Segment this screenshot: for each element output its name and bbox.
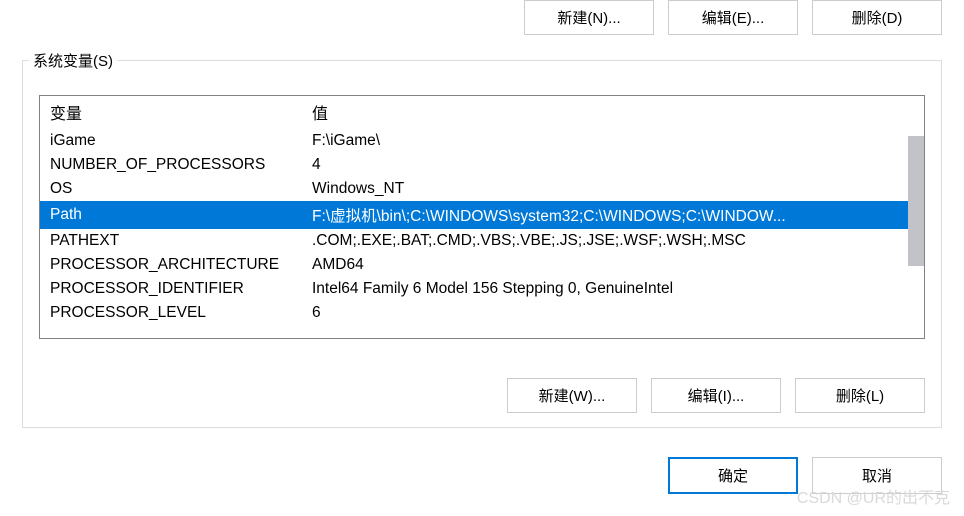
table-header-row[interactable]: 变量 值 (40, 96, 924, 129)
system-vars-group: 系统变量(S) 变量 值 iGameF:\iGame\NUMBER_OF_PRO… (22, 60, 942, 428)
cell-var-name: iGame (40, 129, 302, 153)
cell-var-value: AMD64 (302, 253, 924, 277)
table-row[interactable]: NUMBER_OF_PROCESSORS4 (40, 153, 924, 177)
ok-button[interactable]: 确定 (668, 457, 798, 494)
sys-edit-button[interactable]: 编辑(I)... (651, 378, 781, 413)
cell-var-value: .COM;.EXE;.BAT;.CMD;.VBS;.VBE;.JS;.JSE;.… (302, 229, 924, 253)
table-row[interactable]: PROCESSOR_IDENTIFIERIntel64 Family 6 Mod… (40, 277, 924, 301)
table-row[interactable]: PATHEXT.COM;.EXE;.BAT;.CMD;.VBS;.VBE;.JS… (40, 229, 924, 253)
system-vars-table: 变量 值 iGameF:\iGame\NUMBER_OF_PROCESSORS4… (40, 96, 924, 325)
table-row[interactable]: iGameF:\iGame\ (40, 129, 924, 153)
dialog-button-row: 确定 取消 (668, 457, 942, 494)
system-vars-list[interactable]: 变量 值 iGameF:\iGame\NUMBER_OF_PROCESSORS4… (39, 95, 925, 339)
cell-var-name: PROCESSOR_ARCHITECTURE (40, 253, 302, 277)
system-vars-group-label: 系统变量(S) (29, 50, 117, 71)
cell-var-name: Path (40, 201, 302, 229)
cell-var-name: PATHEXT (40, 229, 302, 253)
cell-var-value: 6 (302, 301, 924, 325)
user-delete-button[interactable]: 删除(D) (812, 0, 942, 35)
vertical-scrollbar[interactable] (908, 136, 925, 266)
cell-var-value: F:\iGame\ (302, 129, 924, 153)
table-row[interactable]: OSWindows_NT (40, 177, 924, 201)
sys-delete-button[interactable]: 删除(L) (795, 378, 925, 413)
cell-var-name: OS (40, 177, 302, 201)
table-row[interactable]: PROCESSOR_LEVEL6 (40, 301, 924, 325)
system-vars-button-row: 新建(W)... 编辑(I)... 删除(L) (507, 378, 925, 413)
table-row[interactable]: PROCESSOR_ARCHITECTUREAMD64 (40, 253, 924, 277)
sys-new-button[interactable]: 新建(W)... (507, 378, 637, 413)
cell-var-value: 4 (302, 153, 924, 177)
user-new-button[interactable]: 新建(N)... (524, 0, 654, 35)
cell-var-name: PROCESSOR_LEVEL (40, 301, 302, 325)
cell-var-value: Intel64 Family 6 Model 156 Stepping 0, G… (302, 277, 924, 301)
cancel-button[interactable]: 取消 (812, 457, 942, 494)
table-row[interactable]: PathF:\虚拟机\bin\;C:\WINDOWS\system32;C:\W… (40, 201, 924, 229)
user-edit-button[interactable]: 编辑(E)... (668, 0, 798, 35)
cell-var-value: F:\虚拟机\bin\;C:\WINDOWS\system32;C:\WINDO… (302, 201, 924, 229)
cell-var-name: PROCESSOR_IDENTIFIER (40, 277, 302, 301)
cell-var-value: Windows_NT (302, 177, 924, 201)
env-vars-dialog: 新建(N)... 编辑(E)... 删除(D) 系统变量(S) 变量 值 iGa… (0, 0, 964, 516)
col-header-value[interactable]: 值 (302, 96, 924, 129)
col-header-name[interactable]: 变量 (40, 96, 302, 129)
cell-var-name: NUMBER_OF_PROCESSORS (40, 153, 302, 177)
user-vars-button-row: 新建(N)... 编辑(E)... 删除(D) (524, 0, 942, 35)
